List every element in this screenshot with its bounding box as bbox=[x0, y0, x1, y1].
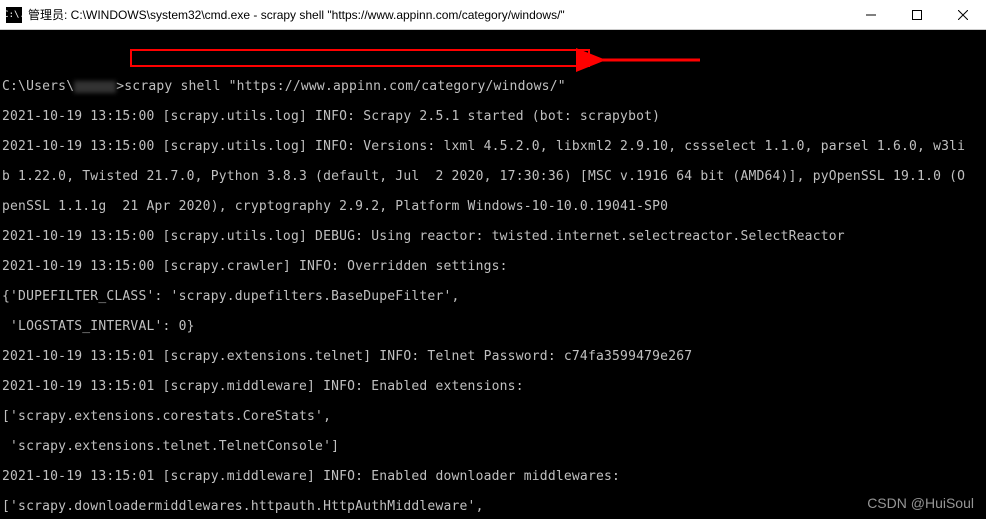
log-line: 2021-10-19 13:15:01 [scrapy.extensions.t… bbox=[2, 349, 984, 364]
log-line: ['scrapy.downloadermiddlewares.httpauth.… bbox=[2, 499, 984, 514]
log-line: 2021-10-19 13:15:01 [scrapy.middleware] … bbox=[2, 379, 984, 394]
window-titlebar: C:\. 管理员: C:\WINDOWS\system32\cmd.exe - … bbox=[0, 0, 986, 30]
terminal-output[interactable]: C:\Users\>scrapy shell "https://www.appi… bbox=[0, 30, 986, 519]
log-line: {'DUPEFILTER_CLASS': 'scrapy.dupefilters… bbox=[2, 289, 984, 304]
log-line: 2021-10-19 13:15:00 [scrapy.utils.log] D… bbox=[2, 229, 984, 244]
log-line: b 1.22.0, Twisted 21.7.0, Python 3.8.3 (… bbox=[2, 169, 984, 184]
maximize-button[interactable] bbox=[894, 0, 940, 29]
log-line: 2021-10-19 13:15:00 [scrapy.utils.log] I… bbox=[2, 109, 984, 124]
log-line: penSSL 1.1.1g 21 Apr 2020), cryptography… bbox=[2, 199, 984, 214]
log-line: 'LOGSTATS_INTERVAL': 0} bbox=[2, 319, 984, 334]
log-line: 'scrapy.extensions.telnet.TelnetConsole'… bbox=[2, 439, 984, 454]
redacted-username bbox=[74, 81, 116, 93]
window-controls bbox=[848, 0, 986, 29]
log-line: 2021-10-19 13:15:00 [scrapy.utils.log] I… bbox=[2, 139, 984, 154]
log-line: ['scrapy.extensions.corestats.CoreStats'… bbox=[2, 409, 984, 424]
cmd-icon: C:\. bbox=[6, 7, 22, 23]
window-title: 管理员: C:\WINDOWS\system32\cmd.exe - scrap… bbox=[28, 6, 848, 23]
watermark: CSDN @HuiSoul bbox=[867, 495, 974, 511]
prompt-line: C:\Users\>scrapy shell "https://www.appi… bbox=[2, 79, 984, 94]
close-button[interactable] bbox=[940, 0, 986, 29]
blank-line bbox=[2, 49, 984, 64]
log-line: 2021-10-19 13:15:00 [scrapy.crawler] INF… bbox=[2, 259, 984, 274]
minimize-button[interactable] bbox=[848, 0, 894, 29]
log-line: 2021-10-19 13:15:01 [scrapy.middleware] … bbox=[2, 469, 984, 484]
